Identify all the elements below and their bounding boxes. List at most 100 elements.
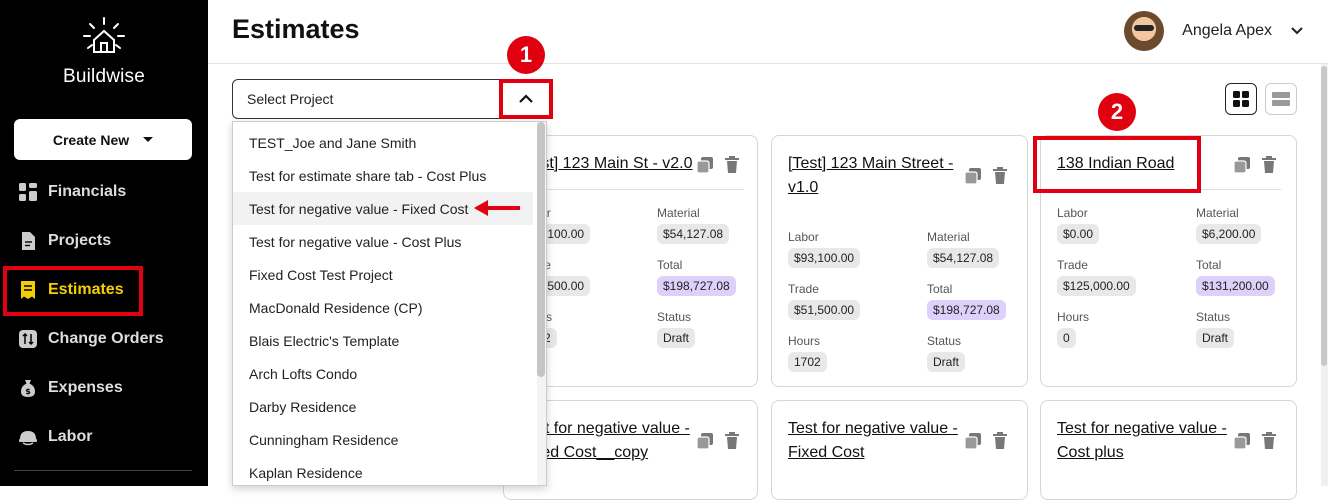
sidebar-item-change-orders[interactable]: Change Orders [0, 317, 208, 361]
estimate-title-line2: v1.0 [788, 179, 819, 196]
sidebar-item-financials[interactable]: Financials [0, 170, 208, 214]
dropdown-option[interactable]: Cunningham Residence [233, 423, 533, 456]
card-actions [964, 167, 1008, 185]
grid-icon [18, 182, 38, 202]
dropdown-option[interactable]: Darby Residence [233, 390, 533, 423]
sidebar-item-expenses[interactable]: $ Expenses [0, 366, 208, 410]
user-menu[interactable]: Angela Apex [1124, 11, 1304, 51]
dropdown-option[interactable]: Test for negative value - Cost Plus [233, 225, 533, 258]
material-label: Material [657, 206, 700, 220]
sidebar-item-label: Financials [48, 183, 127, 200]
svg-text:$: $ [25, 387, 31, 396]
estimate-title-line1: Test for negative value - [1057, 420, 1227, 437]
avatar [1124, 11, 1165, 51]
project-select-placeholder: Select Project [247, 91, 334, 107]
material-value: $54,127.08 [657, 224, 730, 244]
annotation-badge-2: 2 [1098, 93, 1136, 131]
copy-icon[interactable] [1233, 432, 1251, 450]
material-label: Material [927, 230, 970, 244]
logo-text: Buildwise [62, 66, 146, 87]
money-bag-icon: $ [18, 378, 38, 398]
dropdown-scrollbar-thumb[interactable] [537, 122, 545, 377]
card-actions [696, 156, 740, 174]
trash-icon[interactable] [724, 156, 740, 174]
trash-icon[interactable] [992, 432, 1008, 450]
sidebar-item-projects[interactable]: Projects [0, 219, 208, 263]
estimate-title[interactable]: Test for negative value - Fixed Cost [788, 417, 958, 465]
dropdown-option[interactable]: Arch Lofts Condo [233, 357, 533, 390]
dropdown-option[interactable]: Test for estimate share tab - Cost Plus [233, 159, 533, 192]
trash-icon[interactable] [992, 167, 1008, 185]
material-label: Material [1196, 206, 1239, 220]
house-sun-icon [83, 17, 125, 53]
trade-label: Trade [788, 282, 819, 296]
copy-icon[interactable] [1233, 156, 1251, 174]
card-actions [696, 432, 740, 450]
estimate-title-line1: Test for negative value - [788, 420, 958, 437]
dropdown-option[interactable]: Kaplan Residence [233, 456, 533, 485]
sidebar-item-label: Projects [48, 232, 112, 249]
annotation-arrow-icon [474, 200, 520, 216]
copy-icon[interactable] [964, 432, 982, 450]
card-actions [964, 432, 1008, 450]
caret-down-icon [143, 137, 154, 142]
sidebar-divider [14, 470, 192, 471]
sidebar-item-label: Expenses [48, 379, 123, 396]
trash-icon[interactable] [1261, 432, 1277, 450]
main-scrollbar-thumb[interactable] [1321, 66, 1327, 366]
trash-icon[interactable] [724, 432, 740, 450]
hours-value: 1702 [788, 352, 827, 372]
dropdown-option[interactable]: Fixed Cost Test Project [233, 258, 533, 291]
dropdown-option[interactable]: MacDonald Residence (CP) [233, 291, 533, 324]
trade-value: $51,500.00 [788, 300, 861, 320]
total-value: $198,727.08 [657, 276, 736, 296]
status-label: Status [1196, 310, 1231, 324]
total-label: Total [927, 282, 953, 296]
material-value: $54,127.08 [927, 248, 1000, 268]
select-toggle-button[interactable] [499, 79, 553, 119]
hard-hat-icon [18, 427, 38, 447]
card-actions [1233, 156, 1277, 174]
create-new-button[interactable]: Create New [14, 119, 192, 160]
estimate-title[interactable]: Test for negative value - Cost plus [1057, 417, 1227, 465]
sidebar-item-label: Change Orders [48, 330, 164, 347]
sidebar-item-label: Labor [48, 428, 93, 445]
copy-icon[interactable] [696, 432, 714, 450]
copy-icon[interactable] [696, 156, 714, 174]
create-new-label: Create New [52, 131, 130, 148]
user-name: Angela Apex [1182, 22, 1272, 39]
copy-icon[interactable] [964, 167, 982, 185]
status-value: Draft [657, 328, 696, 348]
page-title: Estimates [232, 14, 360, 44]
estimate-title-line1: [Test] 123 Main Street - [788, 155, 954, 172]
dropdown-option[interactable]: TEST_Joe and Jane Smith [233, 126, 533, 159]
status-value: Draft [927, 352, 966, 372]
status-label: Status [657, 310, 692, 324]
dropdown-option[interactable]: Blais Electric's Template [233, 324, 533, 357]
total-label: Total [657, 258, 683, 272]
logo[interactable]: Buildwise [0, 16, 208, 88]
top-bar: Estimates Angela Apex [208, 0, 1328, 64]
list-view-button[interactable] [1265, 83, 1297, 115]
estimate-title-line2: Fixed Cost [788, 444, 865, 461]
trash-icon[interactable] [1261, 156, 1277, 174]
trade-value: $125,000.00 [1057, 276, 1136, 296]
document-icon [18, 231, 38, 251]
highlight-box-estimates [3, 266, 143, 316]
estimate-card[interactable]: [Test] 123 Main Street - v1.0 Labor $93,… [771, 135, 1028, 387]
card-actions [1233, 432, 1277, 450]
sidebar-item-labor[interactable]: Labor [0, 415, 208, 459]
estimate-title[interactable]: [Test] 123 Main Street - v1.0 [788, 152, 953, 200]
chevron-down-icon [1291, 27, 1303, 35]
total-value: $198,727.08 [927, 300, 1006, 320]
grid-view-button[interactable] [1225, 83, 1257, 115]
chevron-up-icon [519, 94, 533, 103]
swap-icon [18, 329, 38, 349]
estimate-card[interactable]: Test for negative value - Fixed Cost [771, 400, 1028, 500]
estimate-title-line2: Cost plus [1057, 444, 1124, 461]
status-value: Draft [1196, 328, 1235, 348]
material-value: $6,200.00 [1196, 224, 1262, 244]
annotation-badge-1: 1 [507, 36, 545, 74]
total-value: $131,200.00 [1196, 276, 1275, 296]
estimate-card[interactable]: Test for negative value - Cost plus [1040, 400, 1297, 500]
